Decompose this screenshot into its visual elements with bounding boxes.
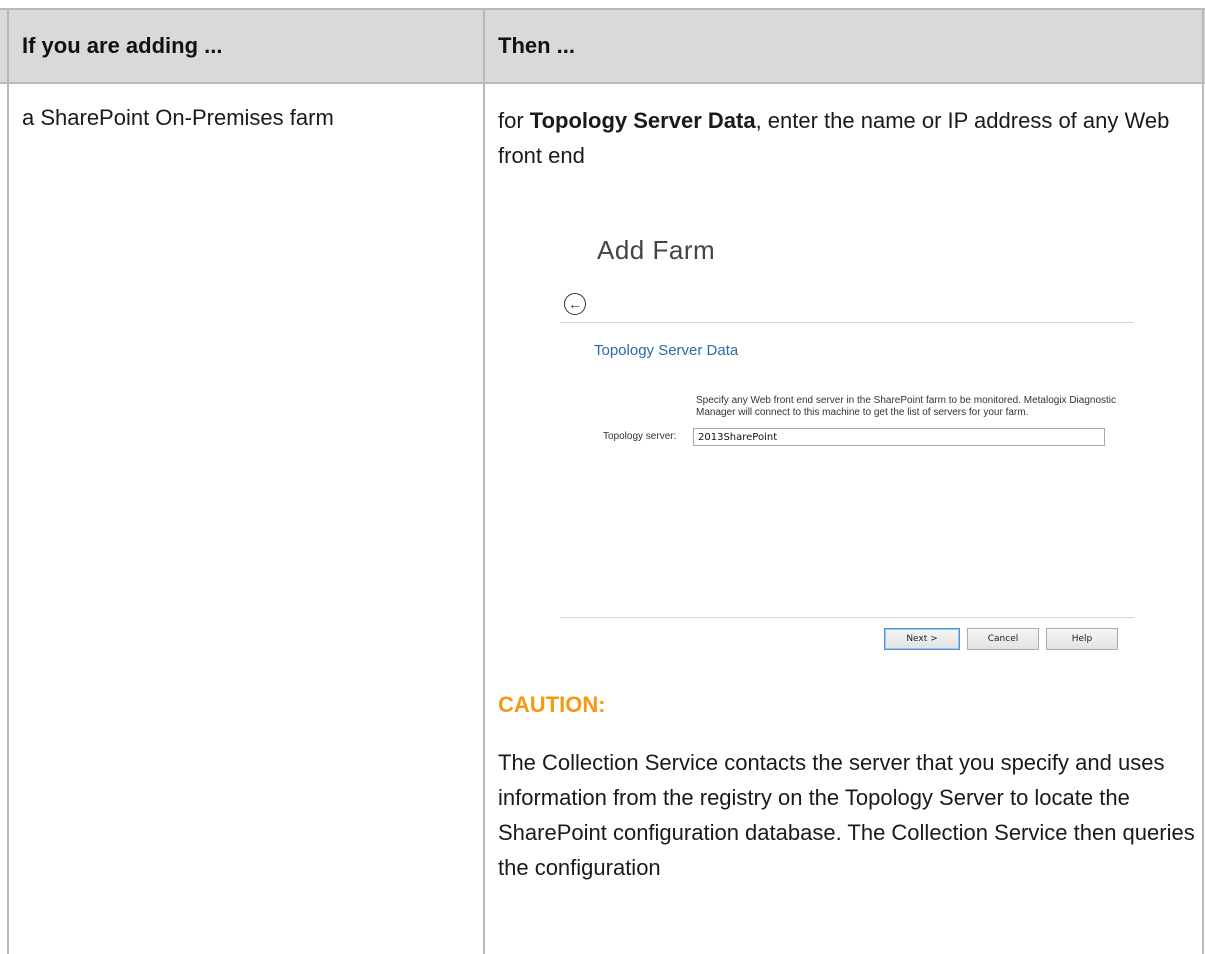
dialog-separator-bottom (560, 617, 1134, 618)
topology-server-label: Topology server: (603, 431, 677, 442)
caution-text: The Collection Service contacts the serv… (498, 750, 1195, 880)
instruction-bold-term: Topology Server Data (529, 108, 756, 133)
section-description: Specify any Web front end server in the … (696, 395, 1117, 418)
table-border-left (7, 8, 9, 954)
help-button[interactable]: Help (1046, 628, 1118, 650)
header-if-adding: If you are adding ... (22, 33, 223, 58)
topology-server-input[interactable] (693, 428, 1105, 446)
instruction-text: for Topology Server Data, enter the name… (498, 103, 1188, 173)
next-button[interactable]: Next > (884, 628, 960, 650)
caution-label: CAUTION: (498, 692, 606, 717)
row-instructions: for Topology Server Data, enter the name… (498, 103, 1188, 173)
table-border-right (1202, 8, 1204, 954)
instruction-prefix: for (498, 108, 530, 133)
cancel-button[interactable]: Cancel (967, 628, 1039, 650)
add-farm-dialog-screenshot: Add Farm ← Topology Server Data Specify … (558, 225, 1136, 665)
table-header-row: If you are adding ... Then ... (0, 8, 1205, 84)
dialog-separator-top (560, 322, 1134, 323)
header-then: Then ... (498, 33, 575, 58)
dialog-title: Add Farm (597, 235, 716, 265)
table-column-divider (483, 8, 485, 954)
back-arrow-circle-icon[interactable]: ← (564, 293, 586, 315)
section-title: Topology Server Data (594, 342, 739, 359)
row-farm-type: a SharePoint On-Premises farm (22, 105, 334, 130)
